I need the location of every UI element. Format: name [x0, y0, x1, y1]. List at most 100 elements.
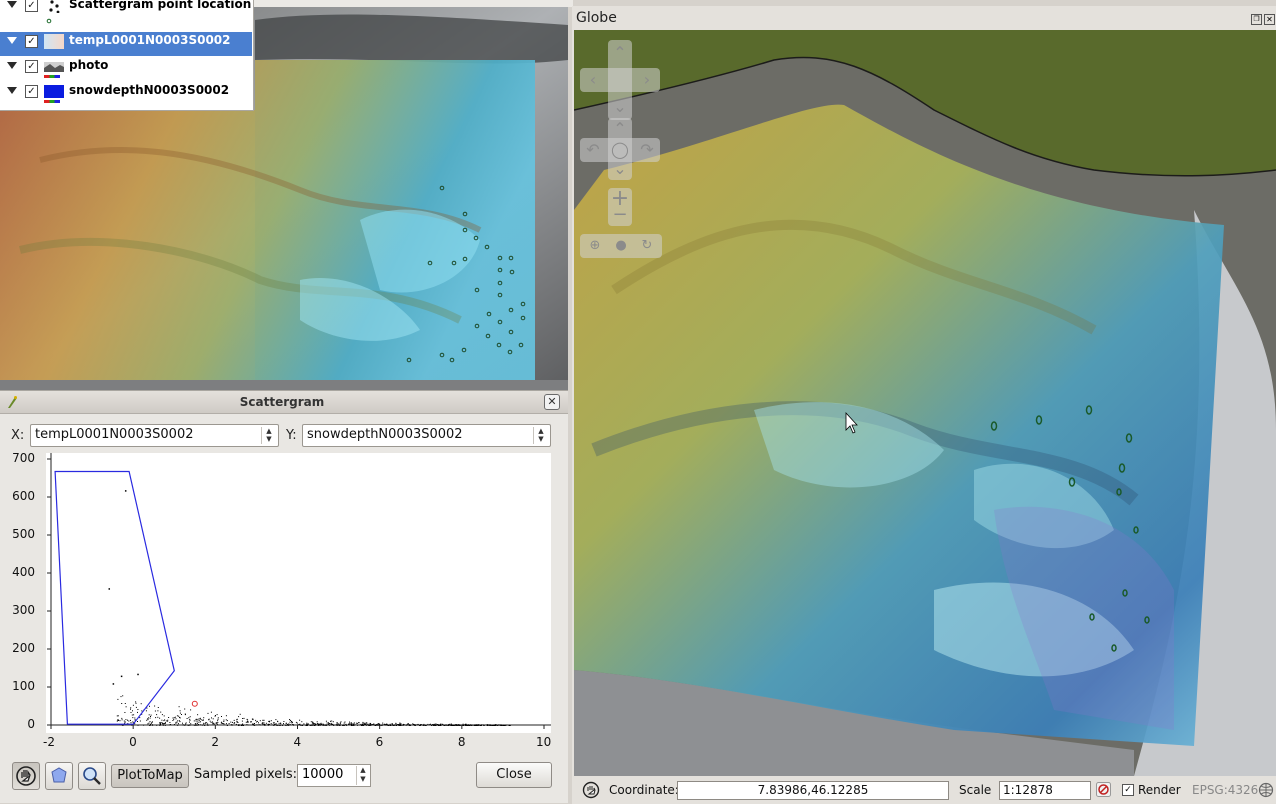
scatter-point — [216, 714, 218, 716]
scale-field[interactable]: 1:12878 — [999, 781, 1091, 800]
scatter-point — [120, 675, 123, 678]
scatter-point — [489, 725, 491, 726]
globe-sync-icon[interactable]: ● — [610, 235, 632, 257]
float-window-icon[interactable]: ❐ — [1251, 14, 1262, 25]
pan-tool-button[interactable] — [12, 762, 40, 790]
scatter-point — [242, 718, 244, 719]
scatter-point — [130, 707, 132, 709]
rotate-right-icon[interactable]: ↷ — [636, 139, 658, 161]
layer-visibility-checkbox[interactable]: ✓ — [25, 35, 38, 48]
layer-row-scattergram-points[interactable]: ✓ Scattergram point location — [0, 0, 252, 24]
scatter-point — [209, 720, 211, 722]
pan-right-icon[interactable]: › — [636, 69, 658, 91]
scatter-point — [302, 724, 304, 726]
scatter-point — [178, 706, 180, 708]
pan-left-icon[interactable]: ‹ — [582, 69, 604, 91]
scatter-point — [230, 721, 232, 723]
expand-arrow-icon[interactable] — [7, 87, 17, 94]
scatter-point — [419, 725, 421, 726]
scatter-point — [399, 724, 401, 726]
scatter-point — [124, 712, 126, 713]
scatter-point — [506, 724, 508, 726]
sampled-pixels-spinbox[interactable]: 10000 ▲ ▼ — [297, 764, 371, 787]
globe-home-icon[interactable]: ⊕ — [584, 235, 606, 257]
globe-3d-view[interactable]: ⌃ ⌄ ‹ › ⌃ ⌄ ↶ ↷ ◯ + − ⊕ ● ↻ — [574, 30, 1276, 776]
scatter-point — [238, 716, 240, 718]
scatter-point — [133, 714, 135, 716]
close-icon[interactable]: ✕ — [544, 394, 560, 410]
pan-map-icon[interactable] — [582, 781, 600, 799]
layer-row-snowdepth[interactable]: ✓ snowdepthN0003S0002 — [0, 82, 252, 106]
spin-arrows-icon[interactable]: ▲ ▼ — [356, 766, 369, 785]
tilt-down-icon[interactable]: ⌄ — [609, 158, 631, 180]
render-checkbox[interactable]: ✓ — [1122, 784, 1134, 796]
scatter-point — [148, 722, 150, 724]
scatter-point — [305, 724, 307, 726]
scatter-point — [429, 723, 431, 725]
scatter-point — [167, 719, 169, 721]
pan-down-icon[interactable]: ⌄ — [609, 96, 631, 118]
scatter-point — [296, 722, 298, 724]
scatter-point — [338, 724, 340, 726]
layer-row-photo[interactable]: ✓ photo — [0, 57, 252, 81]
scatter-point — [377, 724, 379, 726]
scatter-point — [268, 724, 270, 725]
scatter-point — [175, 721, 177, 723]
expand-arrow-icon[interactable] — [7, 1, 17, 8]
scatter-point — [236, 719, 238, 721]
scatter-point — [154, 710, 156, 712]
scatter-point — [387, 725, 389, 726]
scatter-plot[interactable] — [46, 453, 551, 733]
scatter-point — [472, 724, 474, 726]
layer-row-temp[interactable]: ✓ tempL0001N0003S0002 — [0, 32, 252, 56]
coordinate-field[interactable]: 7.83986,46.12285 — [677, 781, 949, 800]
scatter-point — [112, 683, 115, 685]
scatter-point — [179, 712, 181, 714]
globe-refresh-icon[interactable]: ↻ — [636, 235, 658, 257]
dialog-titlebar[interactable]: Scattergram ✕ — [0, 391, 568, 414]
plot-to-map-button[interactable]: PlotToMap — [111, 764, 189, 788]
close-icon[interactable]: ✕ — [1264, 14, 1275, 25]
scale-label: Scale — [959, 783, 992, 797]
rgb-legend — [44, 100, 60, 103]
reset-view-icon[interactable]: ◯ — [609, 139, 631, 161]
scatter-point — [327, 722, 329, 724]
scatter-point — [293, 724, 295, 726]
zoom-button[interactable] — [78, 762, 106, 790]
layer-visibility-checkbox[interactable]: ✓ — [25, 0, 38, 12]
stop-render-icon[interactable] — [1096, 782, 1111, 797]
scatter-point — [161, 722, 163, 724]
polygon-select-button[interactable] — [45, 762, 73, 790]
pan-up-icon[interactable]: ⌃ — [609, 42, 631, 64]
scatter-point — [151, 721, 153, 723]
scatter-point — [241, 720, 243, 722]
scatter-point — [168, 717, 170, 718]
scatter-point — [197, 719, 199, 721]
scatter-point — [440, 723, 442, 725]
expand-arrow-icon[interactable] — [7, 37, 17, 44]
scatter-point — [446, 724, 448, 726]
rotate-left-icon[interactable]: ↶ — [582, 139, 604, 161]
scatter-point — [323, 724, 325, 726]
scatter-point — [263, 723, 265, 725]
close-button[interactable]: Close — [476, 762, 552, 788]
sampled-pixels-label: Sampled pixels: — [194, 767, 298, 782]
scatter-plot-area[interactable] — [46, 453, 551, 733]
scatter-point — [206, 722, 208, 724]
y-tick-label: 500 — [12, 527, 35, 541]
scatter-point — [270, 723, 272, 725]
scatter-point — [405, 724, 407, 726]
scatter-point — [445, 724, 447, 726]
tilt-up-icon[interactable]: ⌃ — [609, 118, 631, 140]
crs-label[interactable]: EPSG:4326 — [1192, 783, 1258, 797]
projection-globe-icon[interactable] — [1258, 782, 1274, 798]
layer-visibility-checkbox[interactable]: ✓ — [25, 85, 38, 98]
x-layer-select[interactable]: tempL0001N0003S0002 ▲ ▼ — [30, 424, 279, 447]
scatter-point — [134, 717, 136, 719]
x-tick-label: 4 — [293, 735, 302, 749]
expand-arrow-icon[interactable] — [7, 62, 17, 69]
layer-visibility-checkbox[interactable]: ✓ — [25, 60, 38, 73]
zoom-out-icon[interactable]: − — [609, 204, 631, 226]
pan-navigator: ⌃ ⌄ ‹ › — [580, 40, 660, 120]
y-layer-select[interactable]: snowdepthN0003S0002 ▲ ▼ — [302, 424, 551, 447]
